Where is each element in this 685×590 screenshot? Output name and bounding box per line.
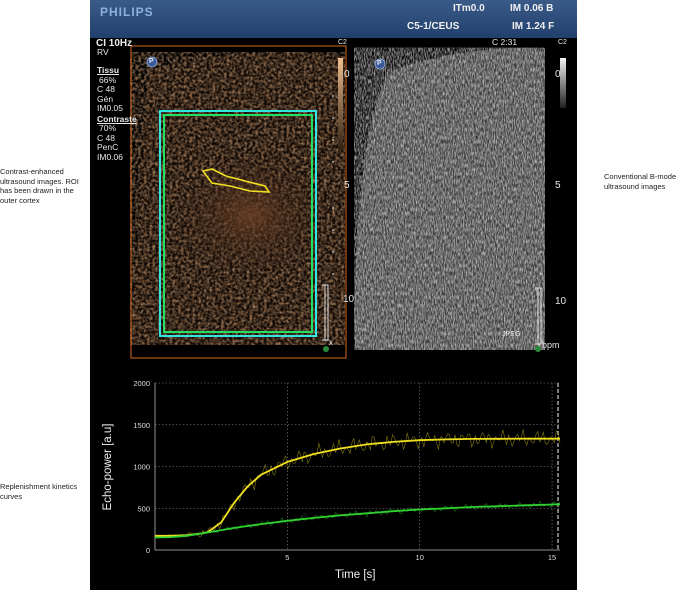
x-marker: x [329, 338, 333, 347]
bmode-image [354, 47, 545, 350]
y-tick-label-0: 0 [146, 546, 150, 555]
clock-label: C 2:31 [492, 37, 518, 47]
ultrasound-image-panel: PHILIPS ITm0.0 IM 0.06 B C5-1/CEUS IM 1.… [90, 0, 577, 370]
y-axis-label: Echo-power [a.u] [102, 423, 114, 511]
bpm-label: bpm [542, 340, 560, 350]
depth-left-5: 5 [344, 180, 350, 191]
series-0-line [155, 437, 560, 537]
x-tick-label-2: 15 [548, 553, 556, 562]
rv-label: RV [97, 47, 109, 57]
x-tick-label-1: 10 [416, 553, 424, 562]
c2-label-left: C2 [338, 39, 347, 46]
tissue-line-3: IM0.05 [97, 103, 123, 113]
y-tick-label-3: 1500 [133, 421, 150, 430]
x-axis-label: Time [s] [335, 569, 376, 581]
bmode-annotation: Conventional B-mode ultrasound images [604, 172, 677, 191]
depth-left-0: 0 [344, 69, 350, 80]
ultrasound-graphics [130, 45, 566, 359]
y-tick-label-1: 500 [137, 504, 150, 513]
brand-logo: PHILIPS [100, 5, 154, 19]
y-tick-label-2: 1000 [133, 463, 150, 472]
replenishment-chart: 0 500 1000 1500 2000 5 10 15 Time [s] Echo-powe… [90, 370, 577, 590]
scanner-top-bar: PHILIPS ITm0.0 IM 0.06 B C5-1/CEUS IM 1.… [90, 0, 577, 38]
p-badge-letter: P [149, 58, 154, 65]
im-b-readout: IM 0.06 B [510, 3, 554, 14]
depth-right-10: 10 [555, 296, 567, 307]
depth-left-10: 10 [343, 294, 355, 305]
depth-right-5: 5 [555, 180, 561, 191]
probe-readout: C5-1/CEUS [407, 21, 460, 32]
y-tick-label-4: 2000 [133, 379, 150, 388]
itm-readout: ITm0.0 [453, 3, 485, 14]
tissue-settings: Tissu 66% C 48 Gén IM0.05 Contraste 70% … [97, 65, 137, 162]
chart-svg: 0 500 1000 1500 2000 5 10 15 [133, 379, 561, 562]
x-tick-label-0: 5 [285, 553, 289, 562]
marker-right-icon [535, 346, 541, 352]
contrast-line-3: IM0.06 [97, 151, 123, 162]
contrast-annotation: Contrast-enhanced ultrasound images. ROI… [0, 167, 79, 205]
depth-right-0: 0 [555, 69, 561, 80]
contrast-color-bar [338, 58, 343, 150]
grayscale-bar [560, 58, 566, 108]
c2-label-right: C2 [558, 39, 567, 46]
jpeg-label: JPEG [502, 331, 521, 338]
curves-annotation: Replenishment kinetics curves [0, 482, 78, 501]
im-f-readout: IM 1.24 F [512, 21, 555, 32]
p-badge-letter-right: P [377, 60, 382, 67]
